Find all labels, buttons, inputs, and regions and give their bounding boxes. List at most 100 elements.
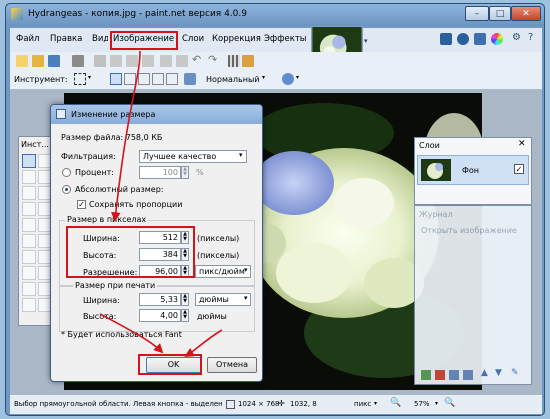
copy-icon[interactable] <box>110 55 122 67</box>
merge-layer-icon[interactable] <box>463 370 473 380</box>
zoom-dropdown-icon[interactable]: ▾ <box>435 400 438 407</box>
resolution-unit-select[interactable]: пикс/дюйм <box>195 265 251 278</box>
minimize-button[interactable]: – <box>465 6 489 21</box>
add-layer-icon[interactable] <box>421 370 431 380</box>
zoom-in-icon[interactable]: 🔍 <box>444 398 455 408</box>
blend-dropdown-icon[interactable]: ▾ <box>262 74 265 81</box>
redo-icon[interactable]: ↷ <box>208 53 217 66</box>
settings-gear-icon[interactable]: ⚙ <box>512 32 521 43</box>
ruler-icon[interactable] <box>242 55 254 67</box>
save-file-icon[interactable] <box>48 55 60 67</box>
selection-mode-union-icon[interactable] <box>124 73 136 85</box>
duplicate-layer-icon[interactable] <box>449 370 459 380</box>
layer-visible-checkbox[interactable]: ✓ <box>514 164 524 174</box>
height-unit: (пикселы) <box>197 251 240 260</box>
print-icon[interactable] <box>72 55 84 67</box>
cancel-button[interactable]: Отмена <box>207 357 257 373</box>
move-layer-down-icon[interactable]: ▼ <box>495 368 502 378</box>
resolution-unit-dropdown-icon[interactable]: ▾ <box>244 266 248 274</box>
layer-properties-icon[interactable]: ✎ <box>511 368 519 378</box>
print-height-input[interactable]: 4,00 <box>139 309 181 322</box>
history-item[interactable]: Открыть изображение <box>421 226 517 235</box>
selection-quality-icon[interactable] <box>282 73 294 85</box>
colors-toggle-icon[interactable] <box>491 33 503 45</box>
main-toolbar: ↶ ↷ <box>10 52 542 70</box>
tool-dropdown-icon[interactable]: ▾ <box>88 74 91 81</box>
text-tool-icon[interactable] <box>22 282 36 296</box>
print-unit-dropdown-icon[interactable]: ▾ <box>244 294 248 302</box>
paintbrush-tool-icon[interactable] <box>22 234 36 248</box>
delete-layer-icon[interactable] <box>435 370 445 380</box>
units-dropdown-icon[interactable]: ▾ <box>374 400 377 407</box>
shapes-tool-icon[interactable] <box>22 298 36 312</box>
zoom-out-icon[interactable]: 🔍 <box>390 398 401 408</box>
selection-mode-xor-icon[interactable] <box>166 73 178 85</box>
filter-select[interactable]: Лучшее качество <box>139 150 247 163</box>
rectangle-select-tool-icon[interactable] <box>22 154 36 168</box>
move-layer-up-icon[interactable]: ▲ <box>481 368 488 378</box>
menu-effects[interactable]: Эффекты <box>264 34 307 44</box>
paint-bucket-tool-icon[interactable] <box>22 218 36 232</box>
menu-edit[interactable]: Правка <box>50 34 82 44</box>
selection-mode-exclude-icon[interactable] <box>138 73 150 85</box>
new-file-icon[interactable] <box>16 55 28 67</box>
cut-icon[interactable] <box>94 55 106 67</box>
layers-close-icon[interactable]: ✕ <box>518 139 526 149</box>
menu-view[interactable]: Вид <box>92 34 108 44</box>
title-bar[interactable]: Hydrangeas - копия.jpg - paint.net верси… <box>6 4 544 26</box>
resize-icon <box>56 109 66 119</box>
selection-mode-replace-icon[interactable] <box>110 73 122 85</box>
layers-toggle-icon[interactable] <box>474 33 486 45</box>
width-unit: (пикселы) <box>197 234 240 243</box>
selection-mode-intersect-icon[interactable] <box>152 73 164 85</box>
menu-adjustments[interactable]: Коррекция <box>212 34 261 44</box>
close-button[interactable]: ✕ <box>511 6 541 21</box>
print-height-spinner[interactable]: ▲ ▼ <box>181 309 189 322</box>
percent-radio[interactable] <box>62 168 71 177</box>
keep-ratio-label: Сохранять пропорции <box>89 200 183 209</box>
undo-icon[interactable]: ↶ <box>192 53 201 66</box>
quality-dropdown-icon[interactable]: ▾ <box>296 74 299 81</box>
print-width-label: Ширина: <box>83 296 120 305</box>
status-hint: Выбор прямоугольной области. Левая кнопк… <box>14 400 222 408</box>
percent-input[interactable]: 100 <box>139 166 181 179</box>
layer-row[interactable]: Фон ✓ <box>417 155 529 185</box>
history-panel: Журнал Открыть изображение ▲ ▼ ✎ <box>414 205 532 385</box>
file-size-text: Размер файла: 758,0 КБ <box>61 133 163 142</box>
magic-wand-tool-icon[interactable] <box>22 202 36 216</box>
deselect-icon[interactable] <box>176 55 188 67</box>
grid-icon[interactable] <box>228 55 240 67</box>
menu-file[interactable]: Файл <box>16 34 39 44</box>
blend-mode-value[interactable]: Нормальный <box>206 75 260 84</box>
absolute-radio[interactable] <box>62 185 71 194</box>
menu-layers[interactable]: Слои <box>182 34 204 44</box>
ok-button-highlight <box>138 354 202 375</box>
crop-to-selection-icon[interactable] <box>160 55 172 67</box>
units-value[interactable]: пикс <box>354 400 371 408</box>
tool-options-bar: Инструмент: ▾ Нормальный ▾ ▾ <box>10 70 542 90</box>
history-toggle-icon[interactable] <box>457 33 469 45</box>
print-unit-select[interactable]: дюймы <box>195 293 251 306</box>
zoom-level[interactable]: 57% <box>414 400 430 408</box>
filter-dropdown-icon[interactable]: ▾ <box>239 151 243 159</box>
recolor-tool-icon[interactable] <box>22 266 36 280</box>
pencil-tool-icon[interactable] <box>22 250 36 264</box>
antialias-icon[interactable] <box>184 73 196 85</box>
keep-ratio-checkbox[interactable]: ✓ <box>77 200 86 209</box>
percent-spinner[interactable]: ▲ ▼ <box>181 166 189 179</box>
image-menu-highlight <box>110 31 178 50</box>
ellipse-select-tool-icon[interactable] <box>22 186 36 200</box>
help-icon[interactable]: ? <box>528 32 533 43</box>
tools-toggle-icon[interactable] <box>440 33 452 45</box>
print-width-spinner[interactable]: ▲ ▼ <box>181 293 189 306</box>
thumbnail-dropdown-icon[interactable]: ▾ <box>364 37 368 45</box>
lasso-select-tool-icon[interactable] <box>22 170 36 184</box>
rect-select-tool-icon[interactable] <box>74 73 86 85</box>
paste-new-image-icon[interactable] <box>142 55 154 67</box>
print-width-input[interactable]: 5,33 <box>139 293 181 306</box>
open-file-icon[interactable] <box>32 55 44 67</box>
maximize-button[interactable]: □ <box>489 6 511 21</box>
paste-icon[interactable] <box>126 55 138 67</box>
dialog-title-bar[interactable]: Изменение размера <box>51 105 262 124</box>
instrument-label: Инструмент: <box>14 75 68 84</box>
